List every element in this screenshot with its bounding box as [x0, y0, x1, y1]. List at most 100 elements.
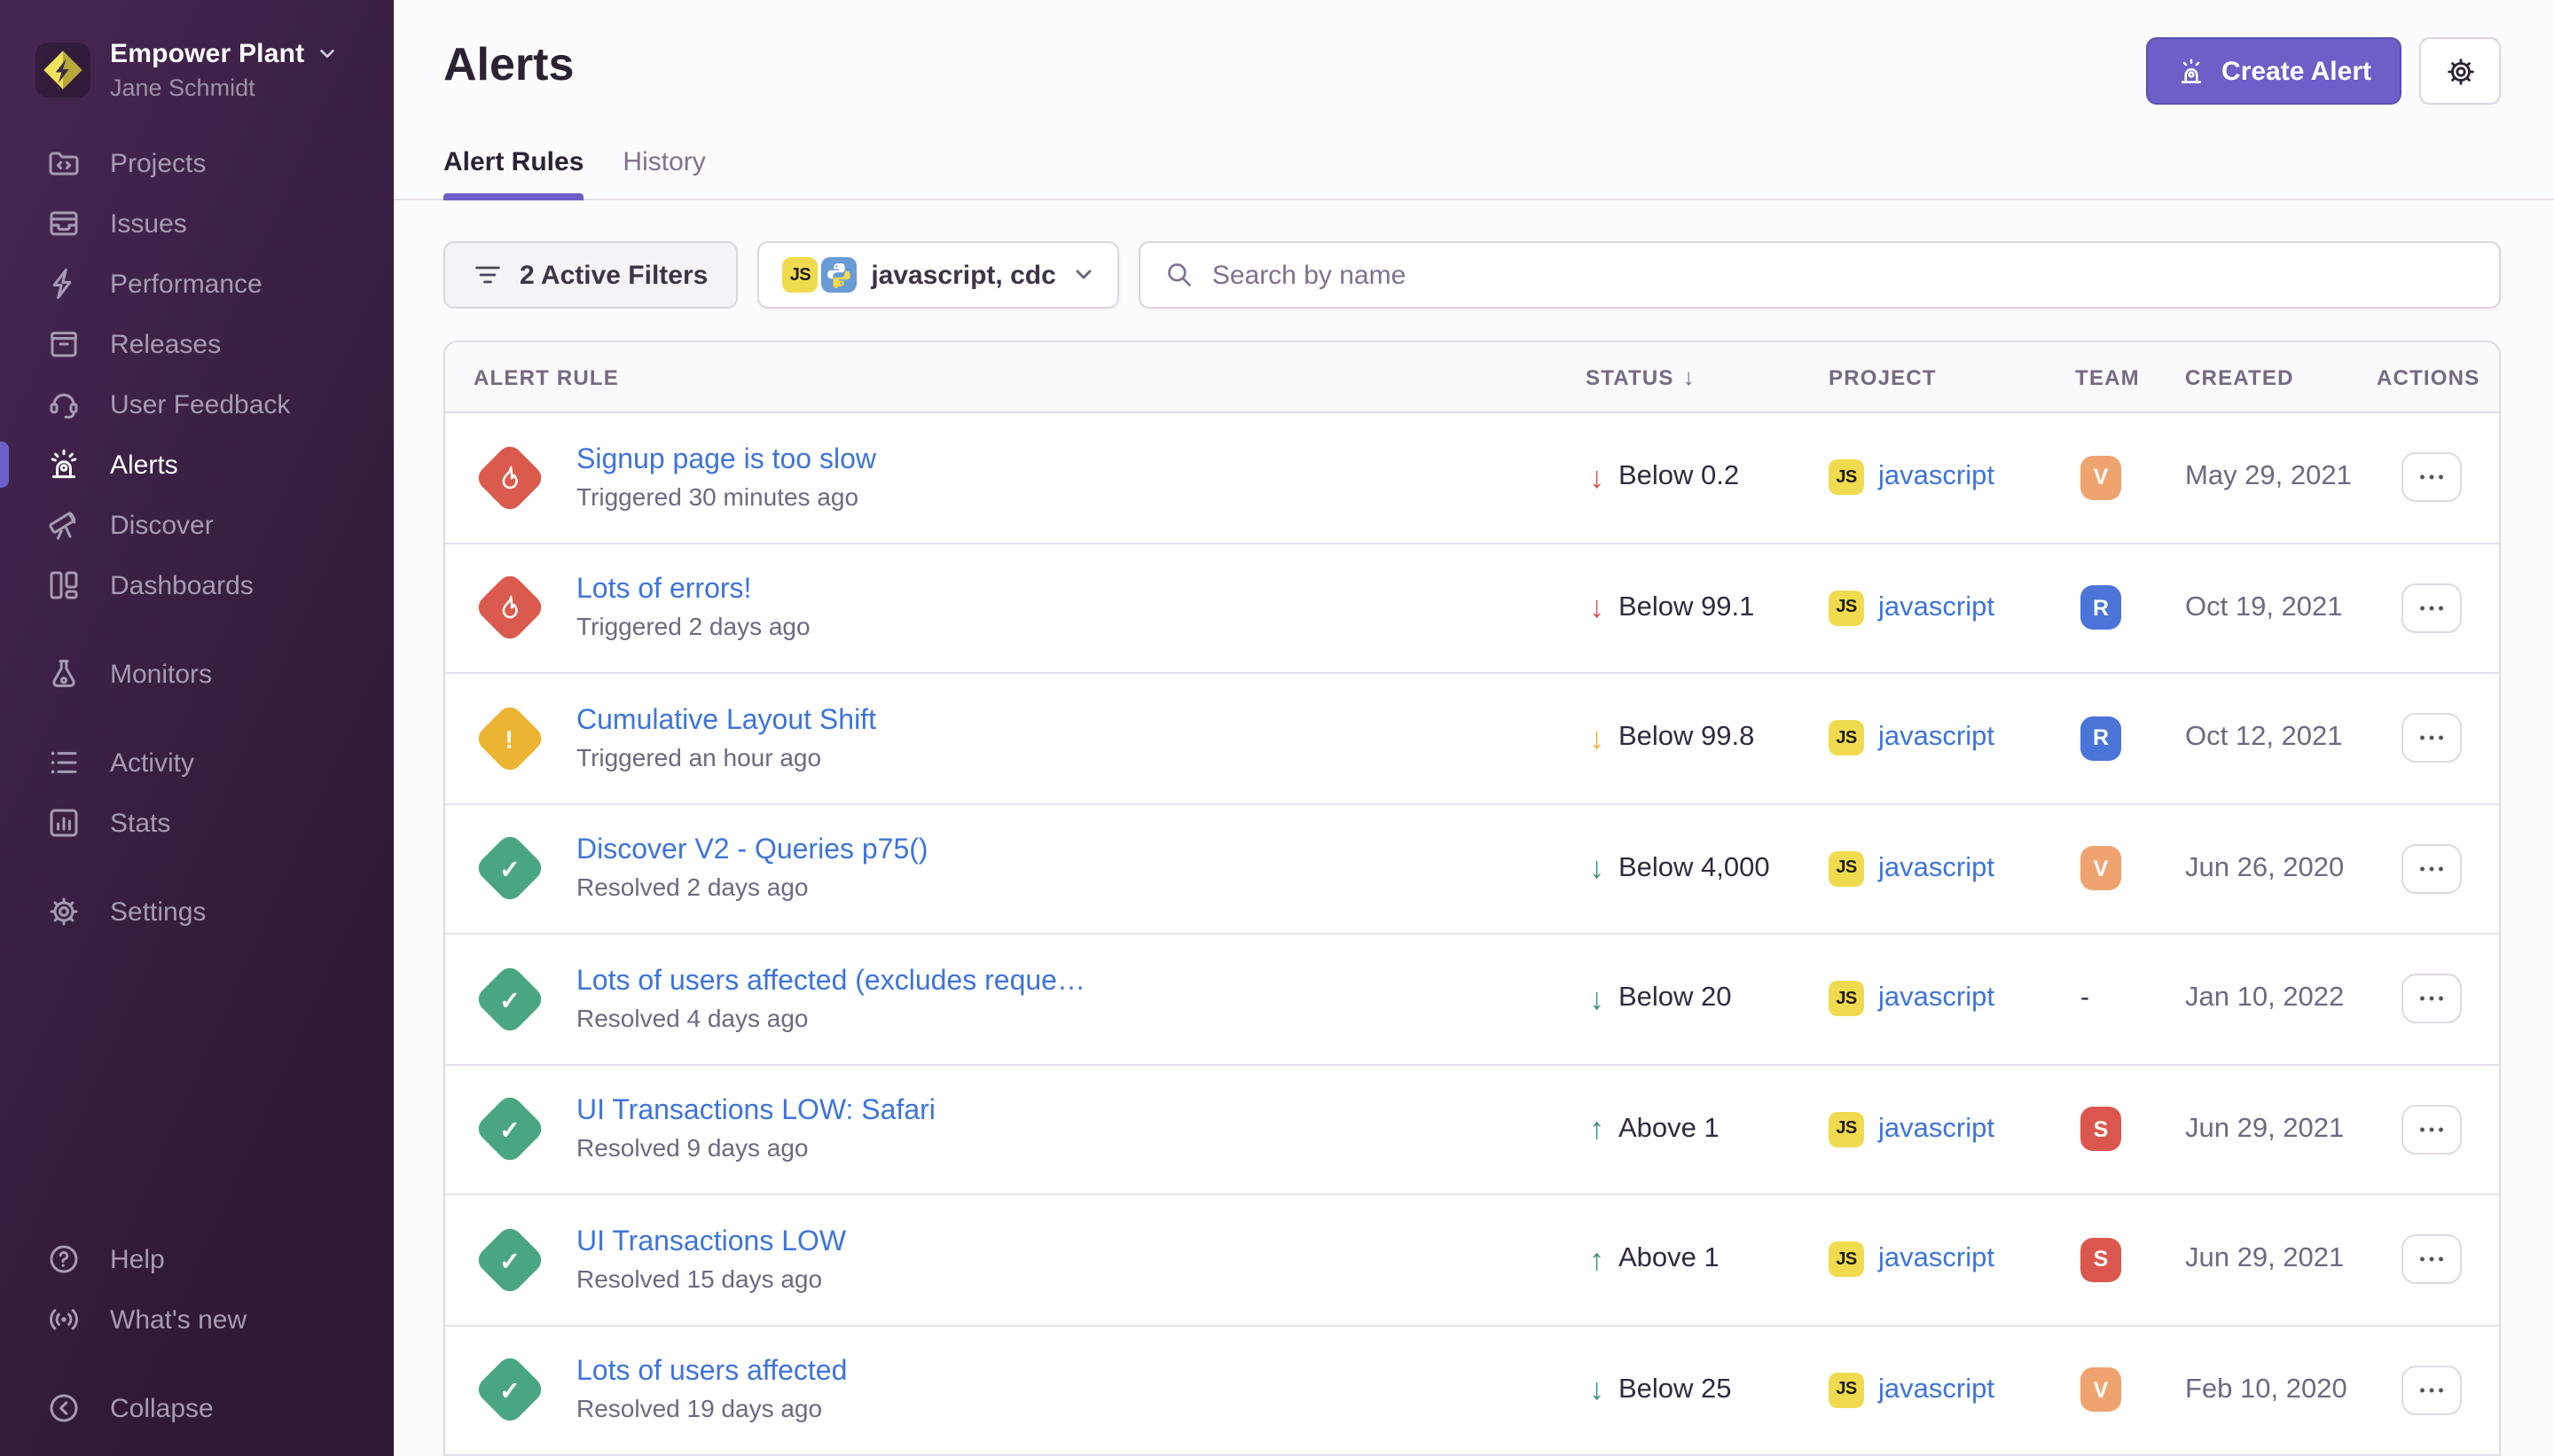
column-header-project[interactable]: Project	[1829, 364, 2075, 389]
alert-rule-name-link[interactable]: Lots of users affected (excludes reque…	[576, 967, 1085, 998]
create-alert-button[interactable]: Create Alert	[2145, 37, 2401, 105]
sidebar-item-stats[interactable]: Stats	[0, 793, 394, 853]
table-row: Lots of errors!Triggered 2 days ago↓Belo…	[445, 544, 2499, 674]
column-header-rule[interactable]: Alert Rule	[445, 364, 1586, 389]
sidebar-item-discover[interactable]: Discover	[0, 495, 394, 555]
sidebar-nav: ProjectsIssuesPerformanceReleasesUser Fe…	[0, 101, 394, 942]
severity-diamond: ✓	[472, 962, 546, 1037]
active-filters-button[interactable]: 2 Active Filters	[443, 241, 738, 309]
project-link[interactable]: javascript	[1878, 1374, 1994, 1406]
project-link[interactable]: javascript	[1878, 723, 1994, 755]
project-cell: JSjavascript	[1829, 1242, 2075, 1278]
page-header: Alerts Create Alert	[443, 0, 2501, 105]
project-link[interactable]: javascript	[1878, 853, 1994, 885]
arrow-down-icon: ↓	[1589, 1375, 1604, 1405]
org-logo-icon	[35, 43, 90, 98]
team-avatar[interactable]: S	[2080, 1238, 2121, 1282]
team-cell: V	[2075, 456, 2185, 500]
sidebar-item-dashboards[interactable]: Dashboards	[0, 555, 394, 615]
javascript-platform-icon: JS	[1829, 1373, 1864, 1408]
alert-rule-cell: Lots of errors!Triggered 2 days ago	[445, 571, 1586, 646]
actions-cell	[2377, 1105, 2499, 1155]
row-actions-button[interactable]	[2401, 583, 2462, 633]
alert-rule-name-link[interactable]: Cumulative Layout Shift	[576, 706, 876, 738]
column-header-team[interactable]: Team	[2075, 364, 2185, 389]
team-cell: V	[2075, 847, 2185, 891]
sidebar-item-projects[interactable]: Projects	[0, 133, 394, 193]
sidebar-item-activity[interactable]: Activity	[0, 732, 394, 793]
team-cell: S	[2075, 1108, 2185, 1152]
sidebar-item-help[interactable]: Help	[0, 1229, 394, 1289]
main-content: Alerts Create Alert	[394, 0, 2554, 1456]
created-date: Jun 29, 2021	[2185, 1244, 2377, 1276]
status-value: Below 4,000	[1618, 853, 1770, 885]
project-selector-value: javascript, cdc	[871, 260, 1055, 290]
project-link[interactable]: javascript	[1878, 1114, 1994, 1146]
check-icon: ✓	[498, 1116, 519, 1141]
status-value: Above 1	[1618, 1244, 1720, 1276]
row-actions-button[interactable]	[2401, 975, 2462, 1024]
sidebar-item-user-feedback[interactable]: User Feedback	[0, 374, 394, 434]
row-actions-button[interactable]	[2401, 844, 2462, 894]
sidebar-item-alerts[interactable]: Alerts	[0, 434, 394, 495]
filter-icon	[474, 261, 502, 289]
project-link[interactable]: javascript	[1878, 1244, 1994, 1276]
sidebar-item-whats-new[interactable]: What's new	[0, 1289, 394, 1350]
javascript-platform-icon: JS	[1829, 721, 1864, 756]
filter-bar: 2 Active Filters JS javascript, cdc	[443, 241, 2501, 309]
tab-alert-rules[interactable]: Alert Rules	[443, 147, 584, 199]
search-input[interactable]	[1212, 260, 2474, 290]
alert-rule-name-link[interactable]: Signup page is too slow	[576, 445, 876, 477]
team-avatar[interactable]: V	[2080, 847, 2121, 891]
check-icon: ✓	[498, 1247, 519, 1272]
row-actions-button[interactable]	[2401, 453, 2462, 503]
headset-icon	[46, 387, 82, 422]
status-value: Below 20	[1618, 983, 1732, 1015]
column-header-actions[interactable]: Actions	[2377, 364, 2499, 389]
team-avatar[interactable]: V	[2080, 1368, 2121, 1413]
project-selector[interactable]: JS javascript, cdc	[757, 241, 1119, 309]
sidebar-item-releases[interactable]: Releases	[0, 314, 394, 374]
org-switcher[interactable]: Empower Plant Jane Schmidt	[0, 0, 394, 101]
sidebar-item-settings[interactable]: Settings	[0, 881, 394, 942]
alert-rule-name-link[interactable]: UI Transactions LOW: Safari	[576, 1097, 936, 1129]
settings-gear-button[interactable]	[2419, 37, 2501, 105]
user-name: Jane Schmidt	[110, 74, 336, 101]
alert-rule-name-link[interactable]: Lots of errors!	[576, 575, 811, 607]
alert-rule-cell: ✓Lots of users affectedResolved 19 days …	[445, 1353, 1586, 1428]
alert-rule-subtitle: Resolved 4 days ago	[576, 1004, 1085, 1032]
row-actions-button[interactable]	[2401, 1105, 2462, 1155]
alert-rules-table: Alert RuleStatus↓ProjectTeamCreated Actio…	[443, 341, 2501, 1456]
team-avatar[interactable]: R	[2080, 586, 2121, 630]
column-header-created[interactable]: Created	[2185, 364, 2377, 389]
alert-rule-name-link[interactable]: Lots of users affected	[576, 1358, 847, 1389]
column-header-status[interactable]: Status↓	[1586, 364, 1829, 390]
alert-rule-cell: ✓UI Transactions LOWResolved 15 days ago	[445, 1223, 1586, 1297]
team-avatar[interactable]: V	[2080, 456, 2121, 500]
project-link[interactable]: javascript	[1878, 462, 1994, 494]
alert-rule-cell: ✓UI Transactions LOW: SafariResolved 9 d…	[445, 1092, 1586, 1167]
column-header-label: Created	[2185, 364, 2294, 389]
projects-icon	[46, 145, 82, 181]
team-avatar[interactable]: R	[2080, 716, 2121, 761]
row-actions-button[interactable]	[2401, 1235, 2462, 1285]
table-row: ✓UI Transactions LOW: SafariResolved 9 d…	[445, 1065, 2499, 1195]
project-cell: JSjavascript	[1829, 982, 2075, 1017]
alert-rule-name-link[interactable]: UI Transactions LOW	[576, 1227, 846, 1259]
team-avatar[interactable]: S	[2080, 1108, 2121, 1152]
sidebar-item-performance[interactable]: Performance	[0, 254, 394, 314]
sidebar-item-monitors[interactable]: Monitors	[0, 644, 394, 704]
sidebar-item-collapse[interactable]: Collapse	[0, 1378, 394, 1438]
row-actions-button[interactable]	[2401, 714, 2462, 763]
org-name: Empower Plant	[110, 39, 304, 69]
project-link[interactable]: javascript	[1878, 983, 1994, 1015]
alert-rule-name-link[interactable]: Discover V2 - Queries p75()	[576, 836, 928, 868]
sidebar-item-label: Activity	[110, 748, 194, 778]
project-link[interactable]: javascript	[1878, 592, 1994, 624]
table-row: ✓Lots of users affectedResolved 19 days …	[445, 1326, 2499, 1456]
severity-diamond: !	[472, 701, 546, 776]
tab-history[interactable]: History	[623, 147, 705, 199]
sidebar-item-issues[interactable]: Issues	[0, 193, 394, 254]
row-actions-button[interactable]	[2401, 1366, 2462, 1415]
arrow-down-icon: ↓	[1589, 984, 1604, 1014]
